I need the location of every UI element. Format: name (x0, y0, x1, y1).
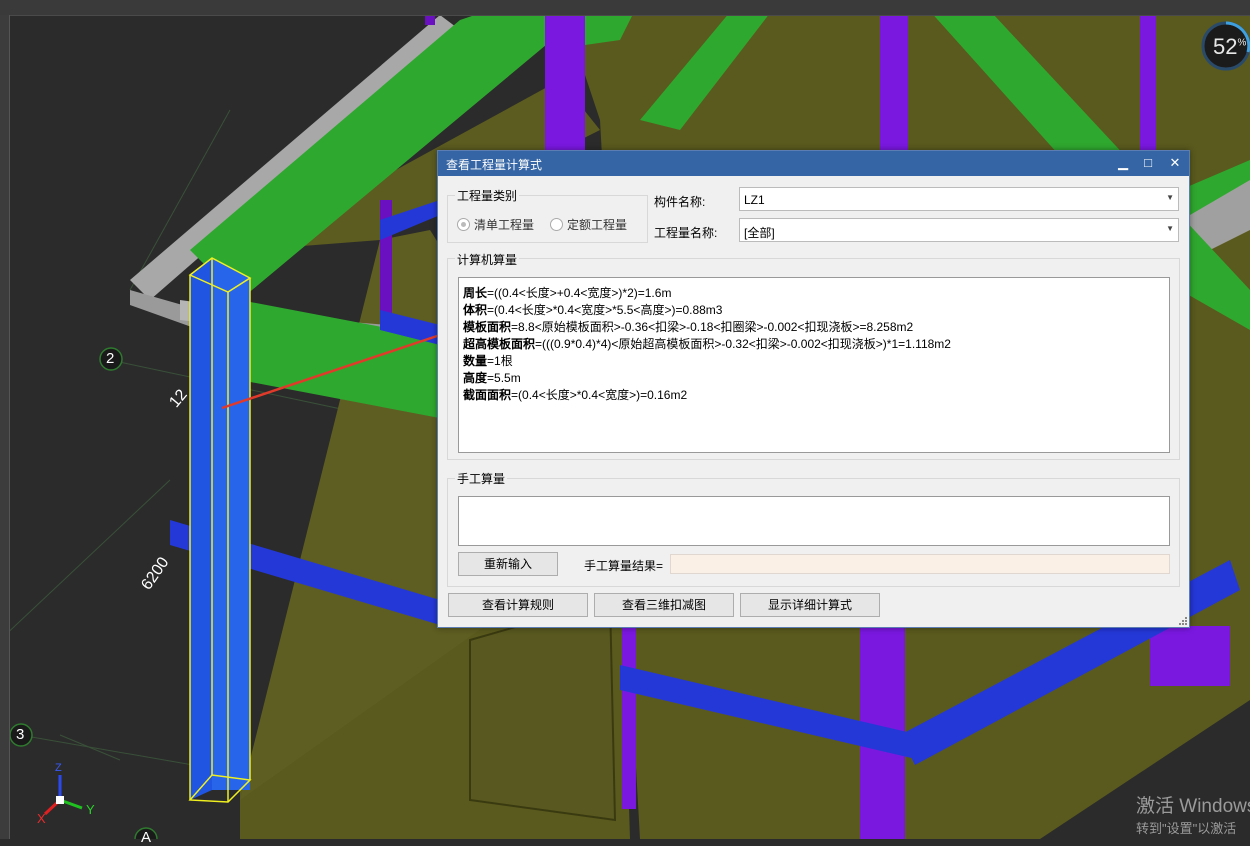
quantity-name-select[interactable]: [全部] ▼ (739, 218, 1179, 242)
reinput-button[interactable]: 重新输入 (458, 552, 558, 576)
view-3d-deduction-button[interactable]: 查看三维扣减图 (594, 593, 734, 617)
axis-y-label: Y (86, 802, 95, 817)
radio-bill-quantity-label: 清单工程量 (474, 218, 535, 232)
formula-line-perimeter: 周长=((0.4<长度>+0.4<宽度>)*2)=1.6m (463, 284, 671, 301)
chevron-down-icon[interactable]: ▼ (1166, 224, 1174, 233)
show-detailed-formula-button[interactable]: 显示详细计算式 (740, 593, 880, 617)
formula-expr: =1根 (487, 354, 513, 368)
formula-key: 高度 (463, 371, 488, 385)
radio-bill-quantity-circle[interactable] (457, 218, 470, 231)
formula-line-overheight-formwork: 超高模板面积=(((0.9*0.4)*4)<原始超高模板面积>-0.32<扣梁>… (463, 335, 951, 352)
resize-grip-icon[interactable] (1179, 617, 1187, 625)
axis-x-label: X (37, 811, 46, 826)
grid-label-a: A (141, 829, 152, 846)
zoom-unit: % (1237, 37, 1247, 49)
formula-key: 超高模板面积 (463, 337, 536, 351)
quantity-name-label: 工程量名称: (654, 226, 718, 240)
formula-key: 模板面积 (463, 320, 512, 334)
activation-watermark-subtitle: 转到"设置"以激活 (1136, 821, 1237, 836)
component-name-label: 构件名称: (654, 195, 706, 209)
computer-calc-label: 计算机算量 (455, 251, 520, 268)
formula-expr: =8.8<原始模板面积>-0.36<扣梁>-0.18<扣圈梁>-0.002<扣现… (511, 320, 914, 334)
maximize-button[interactable]: □ (1137, 154, 1159, 172)
manual-result-field (670, 554, 1170, 574)
formula-line-height: 高度=5.5m (463, 369, 521, 386)
grid-label-3: 3 (16, 726, 25, 743)
computer-calc-formula-box[interactable]: 周长=((0.4<长度>+0.4<宽度>)*2)=1.6m 体积=(0.4<长度… (458, 277, 1170, 453)
minimize-button[interactable]: ▁ (1112, 154, 1134, 172)
axis-z-label: Z (55, 762, 62, 774)
dialog-title: 查看工程量计算式 (446, 158, 543, 172)
formula-line-count: 数量=1根 (463, 352, 513, 369)
radio-quota-quantity-circle[interactable] (550, 218, 563, 231)
radio-quota-quantity[interactable]: 定额工程量 (550, 216, 627, 233)
formula-expr: =(((0.9*0.4)*4)<原始超高模板面积>-0.32<扣梁>-0.002… (535, 337, 951, 351)
radio-bill-quantity[interactable]: 清单工程量 (457, 216, 534, 233)
quantity-name-value: [全部] (744, 226, 775, 240)
view-calc-rules-button[interactable]: 查看计算规则 (448, 593, 588, 617)
grid-label-2: 2 (106, 350, 115, 367)
formula-key: 数量 (463, 354, 488, 368)
formula-expr: =(0.4<长度>*0.4<宽度>*5.5<高度>)=0.88m3 (487, 303, 723, 317)
formula-expr: =(0.4<长度>*0.4<宽度>)=0.16m2 (511, 388, 688, 402)
manual-calc-label: 手工算量 (455, 470, 508, 487)
dialog-title-bar[interactable]: 查看工程量计算式 ▁ □ ✕ (438, 151, 1189, 176)
chevron-down-icon[interactable]: ▼ (1166, 193, 1174, 202)
formula-line-volume: 体积=(0.4<长度>*0.4<宽度>*5.5<高度>)=0.88m3 (463, 301, 722, 318)
zoom-value: 52 (1213, 34, 1238, 59)
formula-line-formwork-area: 模板面积=8.8<原始模板面积>-0.36<扣梁>-0.18<扣圈梁>-0.00… (463, 318, 913, 335)
left-panel-edge[interactable] (0, 15, 10, 839)
top-toolbar-strip (0, 0, 1250, 16)
manual-result-label: 手工算量结果= (584, 559, 664, 573)
component-name-value: LZ1 (744, 193, 765, 207)
quantity-type-label: 工程量类别 (455, 187, 520, 204)
formula-expr: =((0.4<长度>+0.4<宽度>)*2)=1.6m (487, 286, 672, 300)
formula-key: 周长 (463, 286, 488, 300)
formula-line-section-area: 截面面积=(0.4<长度>*0.4<宽度>)=0.16m2 (463, 386, 687, 403)
quantity-formula-dialog: 查看工程量计算式 ▁ □ ✕ 工程量类别 清单工程量 定额工程量 构件名称: L… (437, 150, 1190, 628)
component-name-select[interactable]: LZ1 ▼ (739, 187, 1179, 211)
formula-key: 体积 (463, 303, 488, 317)
formula-key: 截面面积 (463, 388, 512, 402)
zoom-indicator[interactable]: 52% (1213, 34, 1246, 60)
radio-quota-quantity-label: 定额工程量 (567, 218, 628, 232)
formula-expr: =5.5m (487, 371, 521, 385)
close-button[interactable]: ✕ (1164, 154, 1186, 172)
activation-watermark-title: 激活 Windows (1136, 796, 1250, 817)
manual-calc-input[interactable] (458, 496, 1170, 546)
